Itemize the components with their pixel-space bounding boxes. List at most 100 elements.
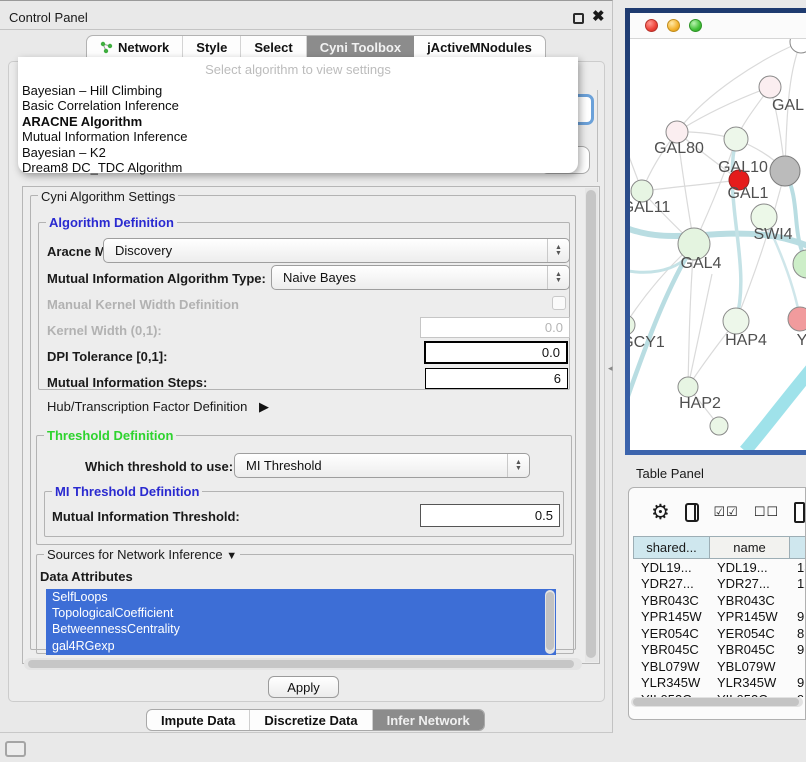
algorithm-definition-title: Algorithm Definition (46, 215, 177, 230)
network-node[interactable] (770, 156, 800, 186)
file-icon[interactable] (794, 502, 805, 523)
table-cell: YER054C (633, 625, 709, 642)
data-attribute-item[interactable]: BetweennessCentrality (46, 621, 556, 637)
algorithm-dropdown-item[interactable]: Bayesian – K2 (18, 145, 578, 160)
network-graph[interactable]: GALGAL80GAL10GAL1GAL11SWI4GAL4GCY1HAP4YH… (630, 39, 806, 450)
algorithm-dropdown-item[interactable]: Basic Correlation Inference (18, 98, 578, 113)
tab-style[interactable]: Style (183, 36, 241, 58)
table-cell: YDL19... (709, 559, 789, 576)
dpi-tolerance-input[interactable]: 0.0 (424, 341, 568, 364)
mi-algorithm-type-combobox[interactable]: Naive Bayes ▲▼ (271, 265, 570, 290)
algorithm-dropdown-item[interactable]: Bayesian – Hill Climbing (18, 83, 578, 98)
settings-vertical-scrollbar-thumb[interactable] (586, 190, 596, 658)
network-tab-icon (100, 41, 113, 54)
attributes-list-scrollbar-thumb[interactable] (546, 592, 554, 650)
network-node[interactable] (723, 308, 749, 334)
table-horizontal-scrollbar-thumb[interactable] (633, 698, 799, 706)
data-attribute-item[interactable]: gal4RGexp (46, 638, 556, 654)
table-cell: YLR345W (709, 675, 789, 692)
network-node-label: SWI4 (753, 226, 792, 243)
settings-horizontal-scrollbar[interactable] (24, 658, 582, 670)
tab-jactivemnodules[interactable]: jActiveMNodules (414, 36, 545, 58)
manual-kernel-width-label: Manual Kernel Width Definition (47, 297, 239, 312)
network-node-label: HAP2 (679, 395, 721, 412)
mi-threshold-group-title: MI Threshold Definition (52, 484, 202, 499)
tab-cyni-toolbox[interactable]: Cyni Toolbox (307, 36, 414, 58)
table-horizontal-scrollbar[interactable] (631, 697, 803, 707)
table-row[interactable]: YBR043CYBR043C (633, 592, 806, 609)
network-edge[interactable] (677, 42, 801, 132)
manual-kernel-width-checkbox[interactable] (552, 296, 566, 310)
mi-steps-input[interactable]: 6 (425, 368, 568, 389)
data-attribute-item[interactable]: TopologicalCoefficient (46, 605, 556, 621)
select-all-icon[interactable]: ☑☑ (714, 504, 739, 520)
dpi-tolerance-label: DPI Tolerance [0,1]: (47, 349, 167, 364)
collapsed-panel-icon[interactable] (5, 741, 26, 757)
traffic-light-minimize-icon[interactable] (667, 19, 680, 32)
table-row[interactable]: YBR045CYBR045C9. (633, 642, 806, 659)
network-node[interactable] (710, 417, 728, 435)
settings-horizontal-scrollbar-thumb[interactable] (28, 660, 574, 668)
data-attributes-list[interactable]: SelfLoopsTopologicalCoefficientBetweenne… (46, 589, 556, 655)
data-attribute-item[interactable]: SelfLoops (46, 589, 556, 605)
columns-icon[interactable] (685, 503, 699, 522)
network-node[interactable] (678, 377, 698, 397)
control-panel-title: Control Panel (9, 10, 88, 25)
gear-icon[interactable]: ⚙ (651, 500, 670, 525)
sources-title-label: Sources for Network Inference (47, 547, 223, 562)
network-edge[interactable] (642, 180, 739, 191)
aracne-mode-combobox[interactable]: Discovery ▲▼ (103, 238, 570, 263)
kernel-width-input[interactable]: 0.0 (420, 317, 570, 338)
table-cell: YPR145W (709, 609, 789, 626)
tab-impute-data[interactable]: Impute Data (147, 710, 250, 730)
algorithm-dropdown-item[interactable]: Mutual Information Inference (18, 129, 578, 144)
table-row[interactable]: YLR345WYLR345W9. (633, 675, 806, 692)
table-row[interactable]: YDR27...YDR27...12 (633, 576, 806, 593)
network-node-label: HAP4 (725, 332, 767, 349)
network-node[interactable] (759, 76, 781, 98)
which-threshold-combobox[interactable]: MI Threshold ▲▼ (234, 453, 530, 478)
network-edge[interactable] (677, 87, 770, 132)
tab-infer-network[interactable]: Infer Network (373, 710, 484, 730)
table-cell: YBL079W (633, 658, 709, 675)
close-icon[interactable]: ✖ (592, 7, 605, 25)
table-cell: 13 (789, 559, 806, 576)
algorithm-dropdown-item[interactable]: Dream8 DC_TDC Algorithm (18, 160, 578, 175)
network-canvas[interactable]: GALGAL80GAL10GAL1GAL11SWI4GAL4GCY1HAP4YH… (630, 39, 806, 450)
network-node[interactable] (790, 39, 806, 53)
tab-select[interactable]: Select (241, 36, 306, 58)
table-cell: YBR045C (709, 642, 789, 659)
algorithm-dropdown-item[interactable]: ARACNE Algorithm (18, 114, 578, 129)
network-window-titlebar[interactable] (630, 13, 806, 39)
float-window-icon[interactable] (573, 13, 584, 24)
table-cell: 8. (789, 625, 806, 642)
network-edge[interactable] (745, 361, 806, 450)
network-node[interactable] (724, 127, 748, 151)
table-row[interactable]: YBL079WYBL079W (633, 658, 806, 675)
table-column-header[interactable] (789, 536, 806, 559)
tab-network[interactable]: Network (87, 36, 183, 58)
table-row[interactable]: YER054CYER054C8. (633, 625, 806, 642)
network-node[interactable] (788, 307, 806, 331)
mi-threshold-input[interactable]: 0.5 (420, 504, 560, 527)
network-node-label: GAL10 (718, 159, 768, 176)
panel-divider-handle[interactable]: ◂ (608, 363, 613, 374)
deselect-all-icon[interactable]: ☐☐ (754, 504, 779, 520)
table-column-header[interactable]: name (709, 536, 789, 559)
attributes-list-scrollbar[interactable] (545, 590, 555, 654)
table-cell: YER054C (709, 625, 789, 642)
mi-steps-label: Mutual Information Steps: (47, 375, 207, 390)
traffic-light-close-icon[interactable] (645, 19, 658, 32)
table-row[interactable]: YPR145WYPR145W9. (633, 609, 806, 626)
traffic-light-zoom-icon[interactable] (689, 19, 702, 32)
tab-discretize-data[interactable]: Discretize Data (250, 710, 372, 730)
hub-definition-toggle[interactable]: Hub/Transcription Factor Definition ▶ (47, 399, 269, 415)
table-column-header[interactable]: shared... (633, 536, 709, 559)
network-view-window: GALGAL80GAL10GAL1GAL11SWI4GAL4GCY1HAP4YH… (625, 8, 806, 455)
network-node[interactable] (630, 315, 635, 335)
combo-stepper-icon: ▲▼ (547, 239, 569, 262)
table-row[interactable]: YDL19...YDL19...13 (633, 559, 806, 576)
sources-group-title[interactable]: Sources for Network Inference ▼ (44, 547, 240, 562)
apply-button[interactable]: Apply (268, 676, 339, 698)
network-node[interactable] (793, 250, 806, 278)
